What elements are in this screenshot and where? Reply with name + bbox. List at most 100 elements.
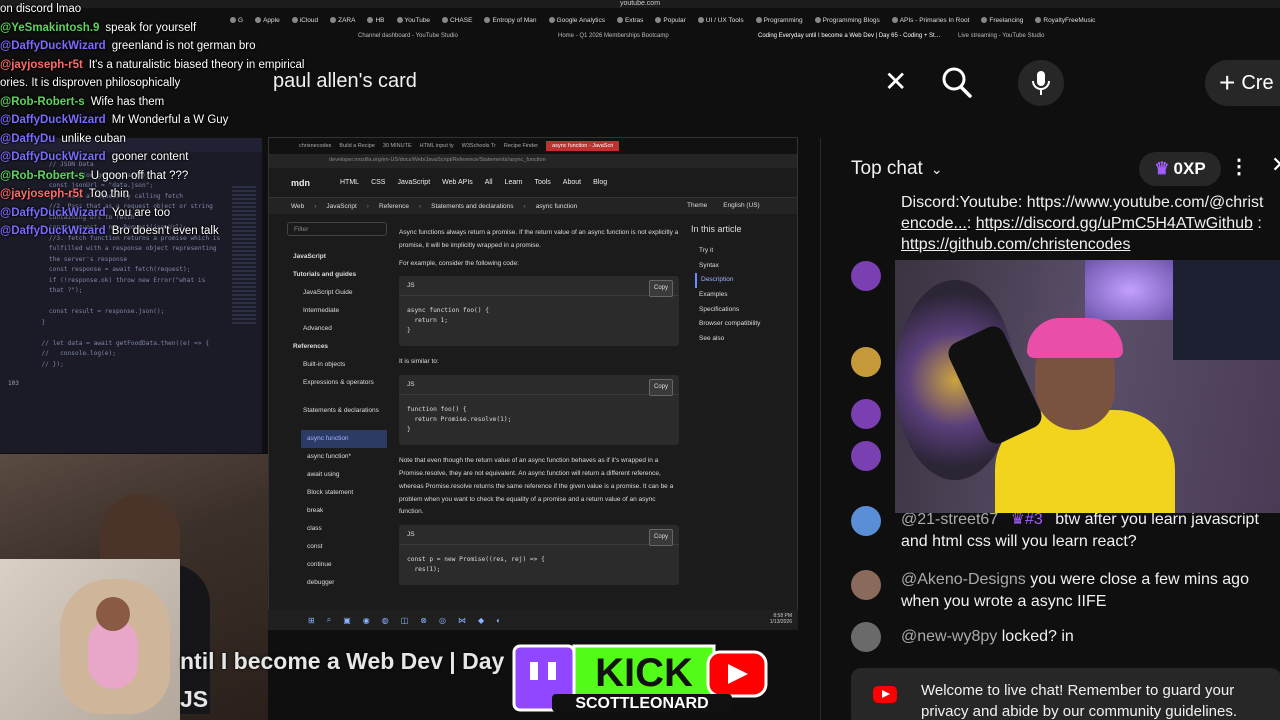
bookmark[interactable]: Popular <box>655 17 686 24</box>
chat-author[interactable]: @new-wy8py <box>901 628 997 645</box>
nav-item[interactable]: Blog <box>593 179 607 186</box>
bookmark[interactable]: Google Analytics <box>548 17 605 24</box>
avatar[interactable] <box>851 261 881 291</box>
store-icon[interactable]: ◫ <box>401 616 409 625</box>
bookmark[interactable]: Entropy of Man <box>484 17 537 24</box>
breadcrumb-item[interactable]: Reference <box>379 203 409 210</box>
sidebar-item[interactable]: class <box>287 520 387 538</box>
tab-memberships[interactable]: Home - Q1 2026 Memberships Bootcamp <box>550 30 750 44</box>
mdn-tab[interactable]: Build a Recipe <box>339 143 374 149</box>
mdn-tab[interactable]: async function - JavaScri <box>546 141 620 151</box>
nav-item[interactable]: JavaScript <box>397 179 430 186</box>
avatar[interactable] <box>851 347 881 377</box>
sidebar-item[interactable]: Built-in objects <box>287 356 387 374</box>
sidebar-item[interactable]: await using <box>287 466 387 484</box>
tab-coding-everyday[interactable]: Coding Everyday until I become a Web Dev… <box>750 30 950 44</box>
bookmark[interactable]: HB <box>367 17 385 24</box>
clear-search-icon[interactable]: ✕ <box>884 66 907 98</box>
microphone-icon[interactable] <box>1018 60 1064 106</box>
avatar[interactable] <box>851 622 881 652</box>
bookmark[interactable]: CHASE <box>442 17 472 24</box>
breadcrumb-item[interactable]: Statements and declarations <box>431 203 513 210</box>
nav-item[interactable]: Tools <box>534 179 550 186</box>
xp-badge[interactable]: ♛ 0XP <box>1139 152 1221 186</box>
files-icon[interactable]: ▣ <box>343 616 351 625</box>
app-icon[interactable]: ◆ <box>478 616 484 625</box>
chat-author[interactable]: @21-street67 <box>901 511 998 528</box>
sidebar-item[interactable]: debugger <box>287 574 387 592</box>
search-icon[interactable]: ⌕ <box>327 615 331 625</box>
copy-button[interactable]: Copy <box>648 280 673 298</box>
bookmark[interactable]: Programming Blogs <box>814 17 880 24</box>
pinned-link-youtube[interactable]: encode... <box>901 215 967 232</box>
sidebar-item[interactable]: const <box>287 538 387 556</box>
sidebar-item[interactable]: JavaScript Guide <box>287 284 387 302</box>
copy-button[interactable]: Copy <box>648 529 673 546</box>
sidebar-item[interactable]: Statements & declarations <box>287 402 387 430</box>
sidebar-item[interactable]: Expressions & operators <box>287 374 387 402</box>
pinned-link-discord[interactable]: https://discord.gg/uPmC5H4ATwGithub <box>976 215 1253 232</box>
mdn-tab[interactable]: HTML input ty <box>420 143 454 149</box>
more-options-icon[interactable]: ⋮ <box>1229 156 1249 178</box>
mdn-url-bar[interactable]: developer.mozilla.org/en-US/docs/Web/Jav… <box>269 154 797 168</box>
nav-item[interactable]: About <box>563 179 581 186</box>
avatar[interactable] <box>851 399 881 429</box>
mdn-tab[interactable]: W3Schools Tr <box>462 143 496 149</box>
bookmark[interactable]: Freelancing <box>981 17 1023 24</box>
create-button[interactable]: + Cre <box>1205 60 1280 106</box>
chat-mode-dropdown[interactable]: Top chat ⌄ <box>851 158 943 180</box>
mdn-tab[interactable]: Recipe Finder <box>504 143 538 149</box>
close-icon[interactable]: ✕ <box>1271 152 1280 178</box>
chat-author[interactable]: @Akeno-Designs <box>901 571 1026 588</box>
edge-icon[interactable]: ◍ <box>382 616 389 625</box>
bookmark[interactable]: YouTube <box>396 17 430 24</box>
avatar[interactable] <box>851 506 881 536</box>
nav-item[interactable]: Learn <box>505 179 523 186</box>
breadcrumb-item[interactable]: JavaScript <box>326 203 356 210</box>
toc-item[interactable]: Try it <box>695 244 791 259</box>
tab-live-streaming[interactable]: Live streaming - YouTube Studio <box>950 30 1150 44</box>
language-button[interactable]: English (US) <box>723 202 759 209</box>
sidebar-item[interactable]: Tutorials and guides <box>287 266 387 284</box>
sidebar-item[interactable]: Advanced <box>287 320 387 338</box>
sidebar-item[interactable]: Intermediate <box>287 302 387 320</box>
pinned-link-github[interactable]: https://github.com/christencodes <box>901 236 1130 253</box>
nav-item[interactable]: Web APIs <box>442 179 473 186</box>
sidebar-item[interactable]: async function <box>301 430 387 448</box>
nav-item[interactable]: HTML <box>340 179 359 186</box>
sidebar-item[interactable]: References <box>287 338 387 356</box>
toc-item[interactable]: Browser compatibility <box>695 317 791 332</box>
xbox-icon[interactable]: ⊗ <box>420 616 427 625</box>
vscode-icon[interactable]: ⋈ <box>458 616 466 625</box>
sidebar-item[interactable]: JavaScript <box>287 248 387 266</box>
bookmark[interactable]: RoyaltyFreeMusic <box>1035 17 1095 24</box>
copy-button[interactable]: Copy <box>648 379 673 396</box>
bookmark[interactable]: Extras <box>616 17 643 24</box>
toc-item[interactable]: Syntax <box>695 259 791 274</box>
obs-icon[interactable]: ◐ <box>496 616 501 625</box>
bookmark[interactable]: ZARA <box>330 17 355 24</box>
bookmark[interactable]: Programming <box>755 17 803 24</box>
avatar[interactable] <box>851 441 881 471</box>
sidebar-item[interactable]: break <box>287 502 387 520</box>
toc-item[interactable]: See also <box>695 332 791 347</box>
tab-channel-dashboard[interactable]: Channel dashboard - YouTube Studio <box>350 30 550 44</box>
sidebar-item[interactable]: Block statement <box>287 484 387 502</box>
avatar[interactable] <box>851 570 881 600</box>
toc-item[interactable]: Specifications <box>695 303 791 318</box>
nav-item[interactable]: CSS <box>371 179 385 186</box>
sidebar-item[interactable]: async function* <box>287 448 387 466</box>
mdn-tab[interactable]: 30 MINUTE <box>383 143 412 149</box>
sidebar-item[interactable]: continue <box>287 556 387 574</box>
theme-button[interactable]: Theme <box>687 202 707 209</box>
chrome-icon[interactable]: ◎ <box>439 616 446 625</box>
start-icon[interactable]: ⊞ <box>308 616 315 625</box>
bookmark[interactable]: UI / UX Tools <box>697 17 744 24</box>
browser-icon[interactable]: ◉ <box>363 616 370 625</box>
toc-item[interactable]: Examples <box>695 288 791 303</box>
bookmark[interactable]: APIs - Primaries In Root <box>891 17 969 24</box>
toc-item[interactable]: Description <box>695 273 791 289</box>
breadcrumb-item[interactable]: async function <box>536 203 578 210</box>
search-icon[interactable] <box>940 64 974 100</box>
nav-item[interactable]: All <box>485 179 493 186</box>
